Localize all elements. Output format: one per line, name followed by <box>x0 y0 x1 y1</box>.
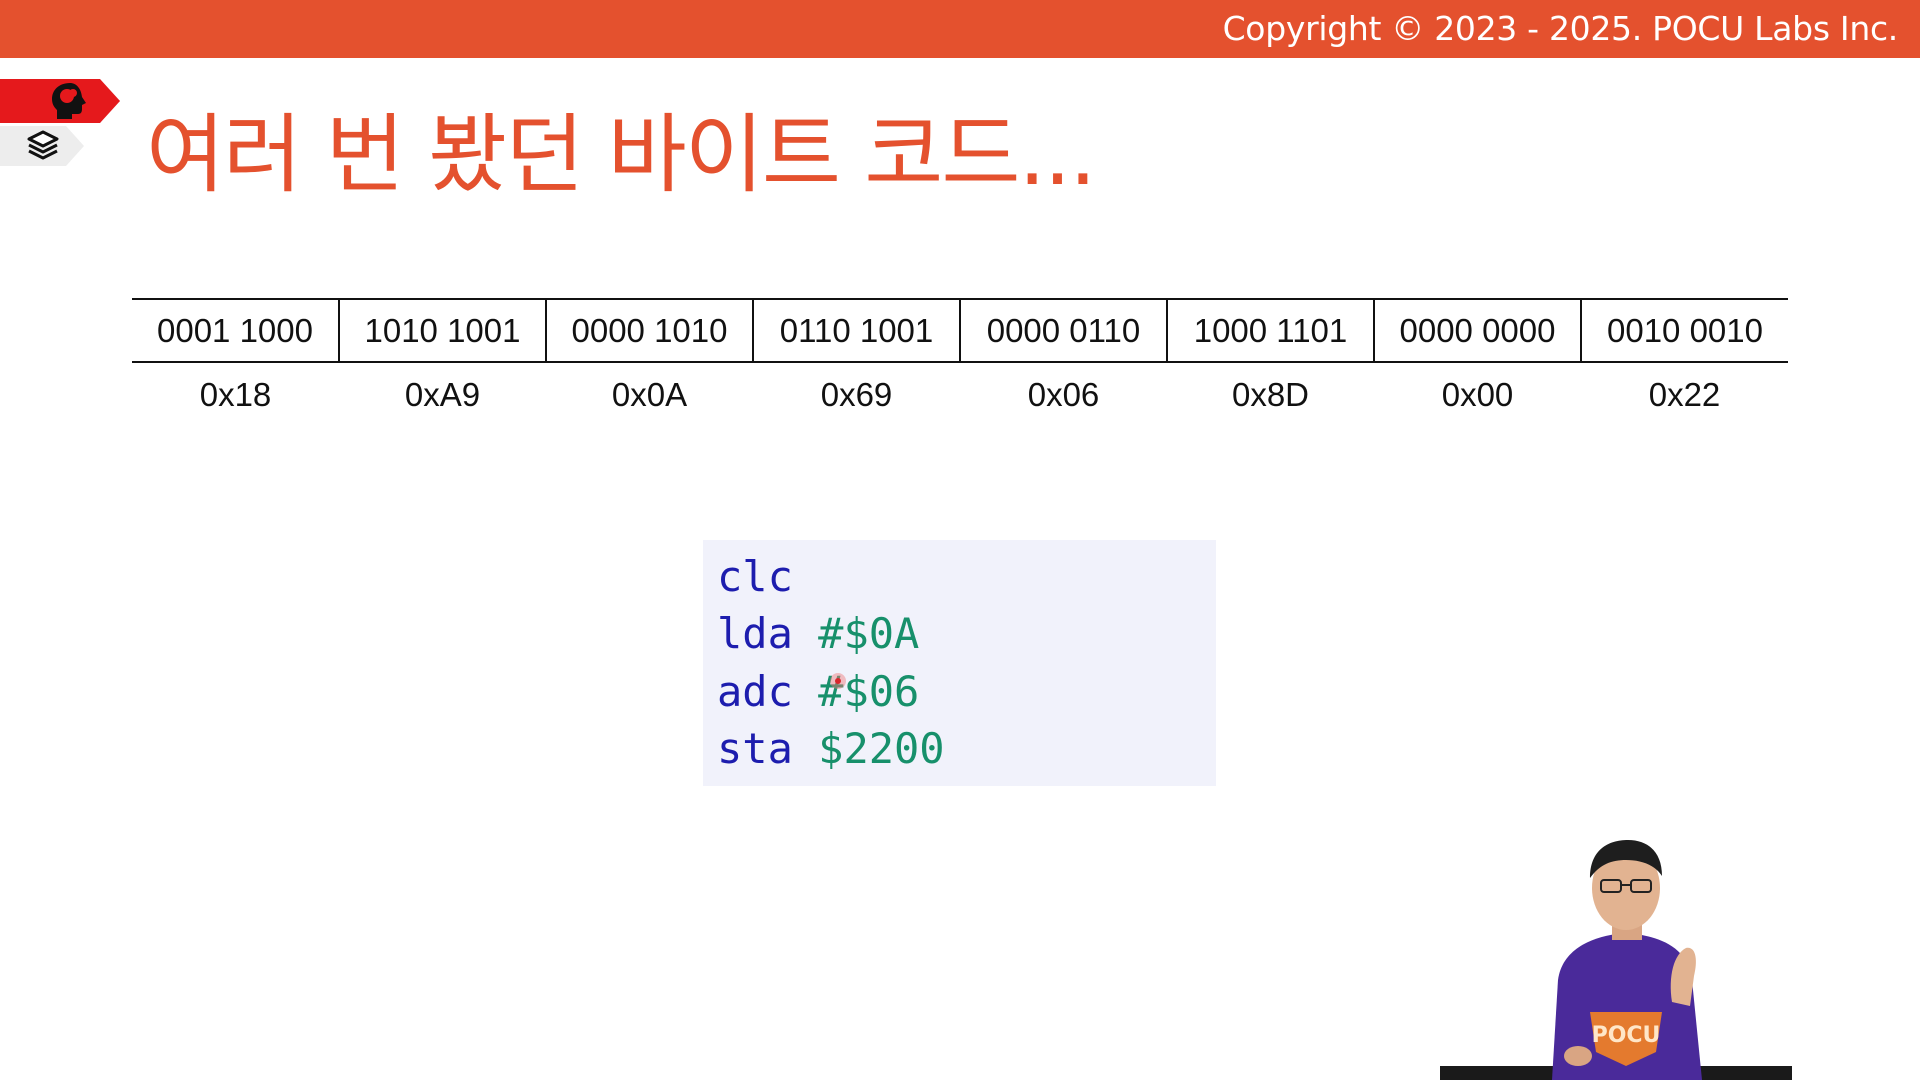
header-bar: Copyright © 2023 - 2025. POCU Labs Inc. <box>0 0 1920 58</box>
hex-cell: 0x06 <box>1027 376 1100 413</box>
binary-cell: 0001 1000 <box>132 298 339 363</box>
binary-cell: 0010 0010 <box>1580 298 1788 363</box>
binary-cell: 1010 1001 <box>338 298 546 363</box>
binary-row: 0001 1000 1010 1001 0000 1010 0110 1001 … <box>132 298 1788 363</box>
laser-pointer-dot <box>830 673 846 689</box>
brain-head-icon <box>52 83 86 119</box>
hex-cell: 0x18 <box>199 376 272 413</box>
copyright-text: Copyright © 2023 - 2025. POCU Labs Inc. <box>1222 9 1899 48</box>
hex-cell: 0x69 <box>820 376 893 413</box>
code-operand: #$0A <box>818 609 920 658</box>
binary-cell: 0110 1001 <box>752 298 960 363</box>
byte-table: 0001 1000 1010 1001 0000 1010 0110 1001 … <box>132 298 1788 425</box>
code-mnemonic: lda <box>717 609 793 658</box>
code-operand: $2200 <box>818 724 945 773</box>
shirt-logo-text: POCU <box>1592 1023 1661 1048</box>
hex-cell: 0x8D <box>1231 376 1310 413</box>
code-line: sta $2200 <box>717 724 945 774</box>
assembly-code-block: clc lda #$0A adc #$06 sta $2200 <box>703 540 1216 786</box>
page-title: 여러 번 봤던 바이트 코드... <box>146 105 1097 205</box>
binary-cell: 0000 0000 <box>1373 298 1581 363</box>
hex-cell: 0xA9 <box>404 376 481 413</box>
hex-row: 0x18 0xA9 0x0A 0x69 0x06 0x8D 0x00 0x22 <box>132 362 1788 425</box>
hex-cell: 0x22 <box>1648 376 1721 413</box>
code-line: lda #$0A <box>717 609 919 659</box>
binary-cell: 1000 1101 <box>1166 298 1374 363</box>
presenter-video: POCU <box>1440 840 1792 1080</box>
code-line: adc #$06 <box>717 667 919 717</box>
layers-stack-icon <box>27 130 59 160</box>
code-line: clc <box>717 552 793 602</box>
binary-cell: 0000 1010 <box>545 298 753 363</box>
code-mnemonic: adc <box>717 667 793 716</box>
code-mnemonic: clc <box>717 552 793 601</box>
binary-cell: 0000 0110 <box>959 298 1167 363</box>
hex-cell: 0x0A <box>611 376 688 413</box>
hex-cell: 0x00 <box>1441 376 1514 413</box>
code-mnemonic: sta <box>717 724 793 773</box>
